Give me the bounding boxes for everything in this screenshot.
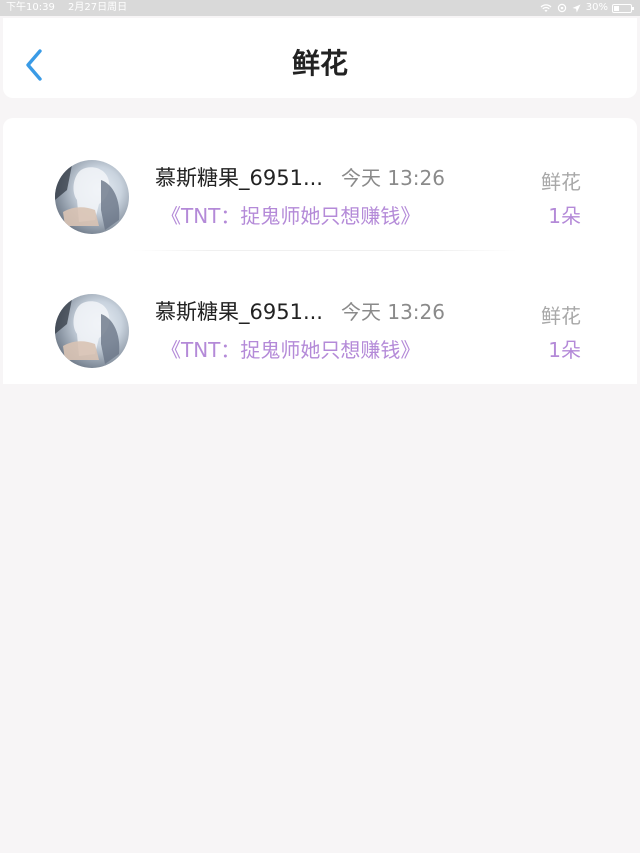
book-title[interactable]: 《TNT：捉鬼师她只想赚钱》	[161, 334, 420, 363]
rotation-lock-icon	[557, 3, 567, 13]
location-icon	[572, 4, 581, 13]
gift-count: 1朵	[548, 338, 581, 362]
record-time: 今天 13:26	[341, 166, 445, 190]
wifi-icon	[540, 3, 552, 13]
record-time: 今天 13:26	[341, 300, 445, 324]
battery-fill	[614, 5, 619, 11]
gift-count: 1朵	[548, 204, 581, 228]
avatar[interactable]	[55, 294, 129, 368]
gift-record-list: 慕斯糖果_6951... 今天 13:26 《TNT：捉鬼师她只想赚钱》 鲜花 …	[3, 118, 637, 384]
list-item[interactable]: 慕斯糖果_6951... 今天 13:26 《TNT：捉鬼师她只想赚钱》 鲜花 …	[3, 252, 637, 386]
status-bar: 下午10:39 2月27日周日 30%	[0, 0, 640, 16]
divider	[133, 250, 517, 251]
page-title: 鲜花	[291, 47, 348, 80]
gift-type: 鲜花	[541, 304, 581, 328]
avatar[interactable]	[55, 160, 129, 234]
status-date: 2月27日周日	[68, 2, 128, 13]
book-title[interactable]: 《TNT：捉鬼师她只想赚钱》	[161, 200, 420, 229]
list-item[interactable]: 慕斯糖果_6951... 今天 13:26 《TNT：捉鬼师她只想赚钱》 鲜花 …	[3, 118, 637, 252]
nav-header: 鲜花	[3, 18, 637, 98]
user-name: 慕斯糖果_6951...	[155, 166, 323, 190]
battery-percent: 30%	[585, 2, 608, 13]
gift-type: 鲜花	[541, 170, 581, 194]
user-name: 慕斯糖果_6951...	[155, 300, 323, 324]
battery-icon	[612, 3, 634, 13]
status-time: 下午10:39	[6, 2, 55, 13]
